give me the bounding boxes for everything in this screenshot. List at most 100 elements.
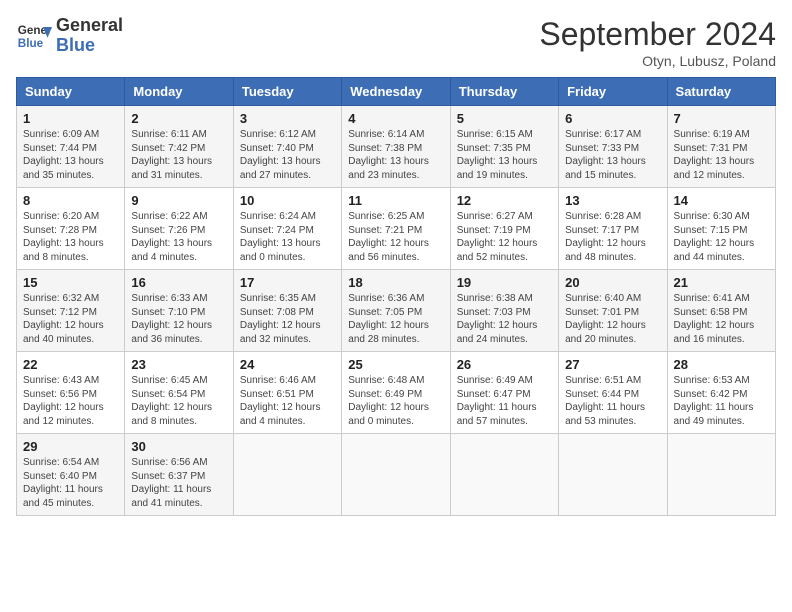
weekday-monday: Monday xyxy=(125,78,233,106)
day-info: Sunrise: 6:32 AM Sunset: 7:12 PM Dayligh… xyxy=(23,292,118,346)
weekday-sunday: Sunday xyxy=(17,78,125,106)
day-number: 26 xyxy=(457,357,552,372)
day-info: Sunrise: 6:09 AM Sunset: 7:44 PM Dayligh… xyxy=(23,128,118,182)
calendar-body: 1Sunrise: 6:09 AM Sunset: 7:44 PM Daylig… xyxy=(17,106,776,516)
day-info: Sunrise: 6:14 AM Sunset: 7:38 PM Dayligh… xyxy=(348,128,443,182)
calendar-week-2: 8Sunrise: 6:20 AM Sunset: 7:28 PM Daylig… xyxy=(17,188,776,270)
calendar-cell xyxy=(667,434,775,516)
day-number: 21 xyxy=(674,275,769,290)
day-info: Sunrise: 6:20 AM Sunset: 7:28 PM Dayligh… xyxy=(23,210,118,264)
calendar-cell xyxy=(450,434,558,516)
day-number: 15 xyxy=(23,275,118,290)
calendar-cell: 11Sunrise: 6:25 AM Sunset: 7:21 PM Dayli… xyxy=(342,188,450,270)
day-info: Sunrise: 6:38 AM Sunset: 7:03 PM Dayligh… xyxy=(457,292,552,346)
calendar-cell: 27Sunrise: 6:51 AM Sunset: 6:44 PM Dayli… xyxy=(559,352,667,434)
day-info: Sunrise: 6:19 AM Sunset: 7:31 PM Dayligh… xyxy=(674,128,769,182)
calendar-cell: 4 Sunrise: 6:14 AM Sunset: 7:38 PM Daylig… xyxy=(342,106,450,188)
day-number: 24 xyxy=(240,357,335,372)
day-number: 16 xyxy=(131,275,226,290)
day-number: 3 xyxy=(240,111,335,126)
day-number: 30 xyxy=(131,439,226,454)
day-number: 12 xyxy=(457,193,552,208)
calendar-cell: 2 Sunrise: 6:11 AM Sunset: 7:42 PM Daylig… xyxy=(125,106,233,188)
calendar-cell xyxy=(342,434,450,516)
calendar-table: SundayMondayTuesdayWednesdayThursdayFrid… xyxy=(16,77,776,516)
day-info: Sunrise: 6:35 AM Sunset: 7:08 PM Dayligh… xyxy=(240,292,335,346)
calendar-cell: 1Sunrise: 6:09 AM Sunset: 7:44 PM Daylig… xyxy=(17,106,125,188)
calendar-header: SundayMondayTuesdayWednesdayThursdayFrid… xyxy=(17,78,776,106)
day-number: 5 xyxy=(457,111,552,126)
weekday-friday: Friday xyxy=(559,78,667,106)
day-info: Sunrise: 6:41 AM Sunset: 6:58 PM Dayligh… xyxy=(674,292,769,346)
calendar-cell: 5 Sunrise: 6:15 AM Sunset: 7:35 PM Daylig… xyxy=(450,106,558,188)
calendar-cell: 30Sunrise: 6:56 AM Sunset: 6:37 PM Dayli… xyxy=(125,434,233,516)
day-number: 13 xyxy=(565,193,660,208)
day-info: Sunrise: 6:22 AM Sunset: 7:26 PM Dayligh… xyxy=(131,210,226,264)
calendar-week-4: 22 Sunrise: 6:43 AM Sunset: 6:56 PM Dayli… xyxy=(17,352,776,434)
day-number: 9 xyxy=(131,193,226,208)
weekday-header-row: SundayMondayTuesdayWednesdayThursdayFrid… xyxy=(17,78,776,106)
calendar-cell: 29 Sunrise: 6:54 AM Sunset: 6:40 PM Dayli… xyxy=(17,434,125,516)
day-number: 14 xyxy=(674,193,769,208)
calendar-cell: 21 Sunrise: 6:41 AM Sunset: 6:58 PM Dayli… xyxy=(667,270,775,352)
calendar-cell: 19Sunrise: 6:38 AM Sunset: 7:03 PM Dayli… xyxy=(450,270,558,352)
calendar-cell: 16 Sunrise: 6:33 AM Sunset: 7:10 PM Dayli… xyxy=(125,270,233,352)
calendar-cell: 3 Sunrise: 6:12 AM Sunset: 7:40 PM Daylig… xyxy=(233,106,341,188)
day-number: 28 xyxy=(674,357,769,372)
weekday-thursday: Thursday xyxy=(450,78,558,106)
weekday-tuesday: Tuesday xyxy=(233,78,341,106)
logo: General Blue General Blue xyxy=(16,16,123,56)
day-number: 7 xyxy=(674,111,769,126)
calendar-week-1: 1Sunrise: 6:09 AM Sunset: 7:44 PM Daylig… xyxy=(17,106,776,188)
day-number: 17 xyxy=(240,275,335,290)
day-number: 2 xyxy=(131,111,226,126)
calendar-cell: 25Sunrise: 6:48 AM Sunset: 6:49 PM Dayli… xyxy=(342,352,450,434)
weekday-saturday: Saturday xyxy=(667,78,775,106)
calendar-cell: 9 Sunrise: 6:22 AM Sunset: 7:26 PM Daylig… xyxy=(125,188,233,270)
calendar-cell: 23Sunrise: 6:45 AM Sunset: 6:54 PM Dayli… xyxy=(125,352,233,434)
day-info: Sunrise: 6:33 AM Sunset: 7:10 PM Dayligh… xyxy=(131,292,226,346)
day-info: Sunrise: 6:17 AM Sunset: 7:33 PM Dayligh… xyxy=(565,128,660,182)
day-info: Sunrise: 6:43 AM Sunset: 6:56 PM Dayligh… xyxy=(23,374,118,428)
location: Otyn, Lubusz, Poland xyxy=(539,53,776,69)
day-info: Sunrise: 6:45 AM Sunset: 6:54 PM Dayligh… xyxy=(131,374,226,428)
day-info: Sunrise: 6:12 AM Sunset: 7:40 PM Dayligh… xyxy=(240,128,335,182)
day-number: 25 xyxy=(348,357,443,372)
calendar-cell: 18 Sunrise: 6:36 AM Sunset: 7:05 PM Dayli… xyxy=(342,270,450,352)
logo-line2: Blue xyxy=(56,36,123,56)
day-number: 29 xyxy=(23,439,118,454)
calendar-cell: 28 Sunrise: 6:53 AM Sunset: 6:42 PM Dayli… xyxy=(667,352,775,434)
calendar-cell xyxy=(233,434,341,516)
page-header: General Blue General Blue September 2024… xyxy=(16,16,776,69)
month-title: September 2024 xyxy=(539,16,776,53)
day-info: Sunrise: 6:53 AM Sunset: 6:42 PM Dayligh… xyxy=(674,374,769,428)
day-info: Sunrise: 6:24 AM Sunset: 7:24 PM Dayligh… xyxy=(240,210,335,264)
day-info: Sunrise: 6:49 AM Sunset: 6:47 PM Dayligh… xyxy=(457,374,552,428)
day-info: Sunrise: 6:46 AM Sunset: 6:51 PM Dayligh… xyxy=(240,374,335,428)
day-number: 4 xyxy=(348,111,443,126)
day-number: 18 xyxy=(348,275,443,290)
calendar-cell: 6 Sunrise: 6:17 AM Sunset: 7:33 PM Daylig… xyxy=(559,106,667,188)
day-number: 6 xyxy=(565,111,660,126)
calendar-cell: 12Sunrise: 6:27 AM Sunset: 7:19 PM Dayli… xyxy=(450,188,558,270)
calendar-cell: 14Sunrise: 6:30 AM Sunset: 7:15 PM Dayli… xyxy=(667,188,775,270)
calendar-cell: 10Sunrise: 6:24 AM Sunset: 7:24 PM Dayli… xyxy=(233,188,341,270)
calendar-cell: 7 Sunrise: 6:19 AM Sunset: 7:31 PM Daylig… xyxy=(667,106,775,188)
day-info: Sunrise: 6:54 AM Sunset: 6:40 PM Dayligh… xyxy=(23,456,118,510)
day-info: Sunrise: 6:15 AM Sunset: 7:35 PM Dayligh… xyxy=(457,128,552,182)
calendar-cell: 26 Sunrise: 6:49 AM Sunset: 6:47 PM Dayli… xyxy=(450,352,558,434)
calendar-cell: 8Sunrise: 6:20 AM Sunset: 7:28 PM Daylig… xyxy=(17,188,125,270)
logo-icon: General Blue xyxy=(16,18,52,54)
calendar-week-3: 15 Sunrise: 6:32 AM Sunset: 7:12 PM Dayli… xyxy=(17,270,776,352)
day-info: Sunrise: 6:11 AM Sunset: 7:42 PM Dayligh… xyxy=(131,128,226,182)
svg-text:Blue: Blue xyxy=(18,37,44,50)
day-number: 22 xyxy=(23,357,118,372)
calendar-cell: 13 Sunrise: 6:28 AM Sunset: 7:17 PM Dayli… xyxy=(559,188,667,270)
day-info: Sunrise: 6:36 AM Sunset: 7:05 PM Dayligh… xyxy=(348,292,443,346)
day-info: Sunrise: 6:28 AM Sunset: 7:17 PM Dayligh… xyxy=(565,210,660,264)
day-info: Sunrise: 6:51 AM Sunset: 6:44 PM Dayligh… xyxy=(565,374,660,428)
title-block: September 2024 Otyn, Lubusz, Poland xyxy=(539,16,776,69)
weekday-wednesday: Wednesday xyxy=(342,78,450,106)
calendar-cell: 22 Sunrise: 6:43 AM Sunset: 6:56 PM Dayli… xyxy=(17,352,125,434)
calendar-cell: 24 Sunrise: 6:46 AM Sunset: 6:51 PM Dayli… xyxy=(233,352,341,434)
